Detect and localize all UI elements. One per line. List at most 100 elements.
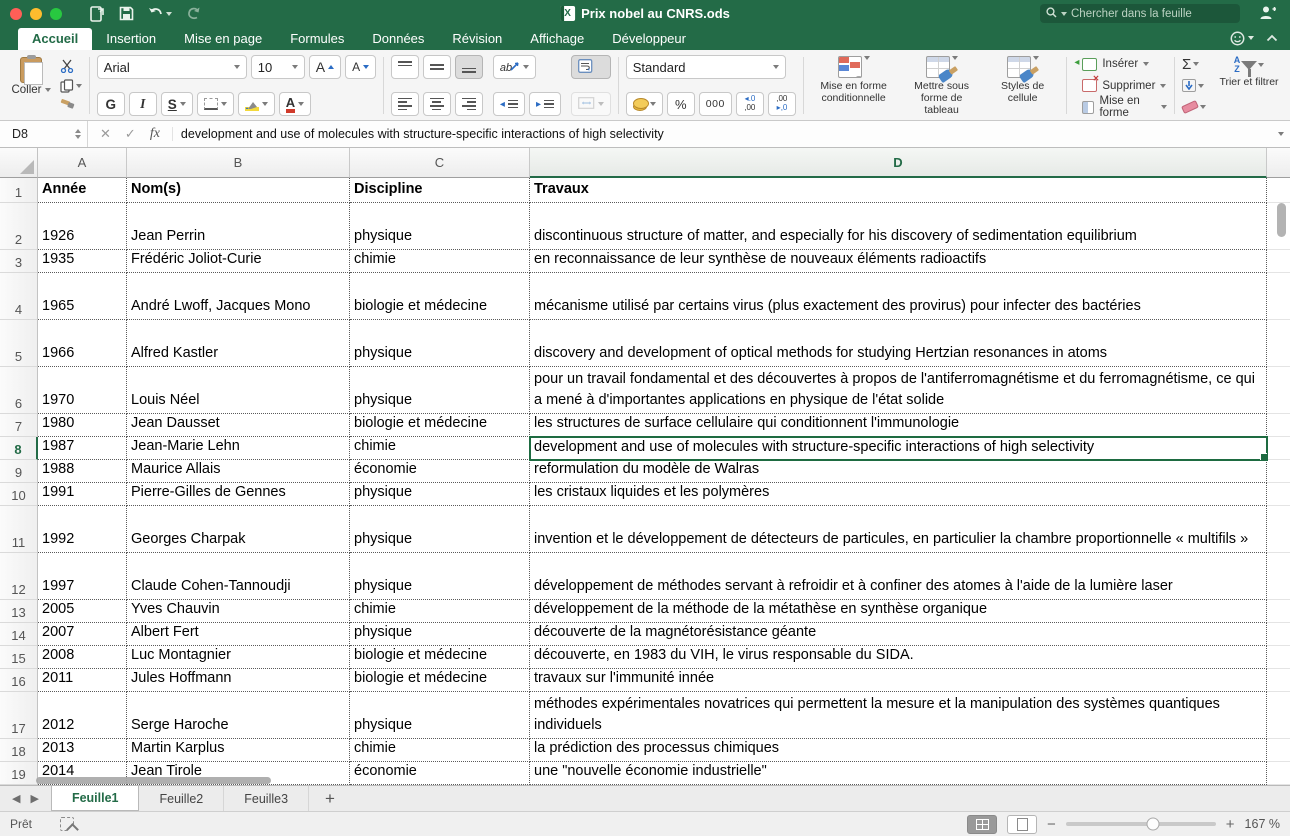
cell-B8[interactable]: Jean-Marie Lehn (127, 437, 350, 460)
add-sheet-button[interactable]: + (309, 786, 351, 811)
cell-A12[interactable]: 1997 (38, 553, 127, 600)
cell-C7[interactable]: biologie et médecine (350, 414, 530, 437)
cell-C17[interactable]: physique (350, 692, 530, 739)
cell-B17[interactable]: Serge Haroche (127, 692, 350, 739)
cell-B10[interactable]: Pierre-Gilles de Gennes (127, 483, 350, 506)
save-icon[interactable] (119, 6, 134, 21)
cell-A3[interactable]: 1935 (38, 250, 127, 273)
tab-développeur[interactable]: Développeur (598, 28, 700, 50)
thousands-format-button[interactable]: 000 (699, 92, 732, 116)
font-size-select[interactable]: 10 (251, 55, 305, 79)
cell-B16[interactable]: Jules Hoffmann (127, 669, 350, 692)
currency-format-button[interactable] (626, 92, 663, 116)
cell-D19[interactable]: une "nouvelle économie industrielle" (530, 762, 1267, 785)
search-input[interactable] (1071, 8, 1221, 20)
column-header-c[interactable]: C (350, 148, 530, 178)
align-left-button[interactable] (391, 92, 419, 116)
cell-A11[interactable]: 1992 (38, 506, 127, 553)
tab-données[interactable]: Données (358, 28, 438, 50)
cell-D10[interactable]: les cristaux liquides et les polymères (530, 483, 1267, 506)
cell-D17[interactable]: méthodes expérimentales novatrices qui p… (530, 692, 1267, 739)
decrease-indent-button[interactable]: ◂ (493, 92, 525, 116)
row-header-15[interactable]: 15 (0, 646, 38, 669)
cell-D15[interactable]: découverte, en 1983 du VIH, le virus res… (530, 646, 1267, 669)
cell-D12[interactable]: développement de méthodes servant à refr… (530, 553, 1267, 600)
clear-button[interactable] (1182, 98, 1206, 116)
cell-C9[interactable]: économie (350, 460, 530, 483)
cell-A9[interactable]: 1988 (38, 460, 127, 483)
row-header-10[interactable]: 10 (0, 483, 38, 506)
row-header-19[interactable]: 19 (0, 762, 38, 785)
new-document-icon[interactable] (90, 6, 105, 22)
row-header-13[interactable]: 13 (0, 600, 38, 623)
row-header-1[interactable]: 1 (0, 178, 38, 203)
cell-C14[interactable]: physique (350, 623, 530, 646)
cell-C3[interactable]: chimie (350, 250, 530, 273)
cell-B13[interactable]: Yves Chauvin (127, 600, 350, 623)
redo-button[interactable] (186, 6, 201, 21)
select-all-corner[interactable] (0, 148, 38, 178)
tab-accueil[interactable]: Accueil (18, 28, 92, 50)
orientation-button[interactable]: ab (493, 55, 536, 79)
zoom-slider-thumb[interactable] (1146, 818, 1159, 831)
prev-sheet-arrow[interactable]: ◀ (12, 792, 20, 805)
undo-button[interactable] (148, 5, 172, 23)
search-box[interactable] (1040, 4, 1240, 23)
borders-button[interactable] (197, 92, 234, 116)
normal-view-button[interactable] (967, 815, 997, 834)
cell-C18[interactable]: chimie (350, 739, 530, 762)
bold-button[interactable]: G (97, 92, 125, 116)
underline-button[interactable]: S (161, 92, 193, 116)
wrap-text-button[interactable] (571, 55, 611, 79)
cell-B9[interactable]: Maurice Allais (127, 460, 350, 483)
cell-B6[interactable]: Louis Néel (127, 367, 350, 414)
cell-A16[interactable]: 2011 (38, 669, 127, 692)
merge-cells-button[interactable] (571, 92, 611, 116)
italic-button[interactable]: I (129, 92, 157, 116)
insert-function-icon[interactable]: fx (150, 126, 160, 142)
zoom-out-button[interactable]: − (1047, 817, 1056, 832)
align-top-button[interactable] (391, 55, 419, 79)
cell-C4[interactable]: biologie et médecine (350, 273, 530, 320)
name-box-stepper[interactable] (75, 129, 81, 139)
tab-révision[interactable]: Révision (438, 28, 516, 50)
row-header-12[interactable]: 12 (0, 553, 38, 600)
cell-D11[interactable]: invention et le développement de détecte… (530, 506, 1267, 553)
row-header-5[interactable]: 5 (0, 320, 38, 367)
cell-B2[interactable]: Jean Perrin (127, 203, 350, 250)
column-header-a[interactable]: A (38, 148, 127, 178)
align-middle-button[interactable] (423, 55, 451, 79)
delete-cells-button[interactable]: Supprimer (1073, 77, 1167, 95)
grow-font-button[interactable]: A (309, 55, 341, 79)
fill-color-button[interactable] (238, 92, 275, 116)
row-header-17[interactable]: 17 (0, 692, 38, 739)
cell-D16[interactable]: travaux sur l'immunité innée (530, 669, 1267, 692)
cell-A8[interactable]: 1987 (38, 437, 127, 460)
cell-D9[interactable]: reformulation du modèle de Walras (530, 460, 1267, 483)
cell-D2[interactable]: discontinuous structure of matter, and e… (530, 203, 1267, 250)
cell-A6[interactable]: 1970 (38, 367, 127, 414)
cell-A1[interactable]: Année (38, 178, 127, 203)
share-add-person-icon[interactable] (1259, 5, 1276, 25)
row-header-11[interactable]: 11 (0, 506, 38, 553)
row-header-3[interactable]: 3 (0, 250, 38, 273)
cell-C6[interactable]: physique (350, 367, 530, 414)
format-cells-button[interactable]: Mise en forme (1073, 98, 1167, 116)
tab-formules[interactable]: Formules (276, 28, 358, 50)
insert-cells-button[interactable]: Insérer (1073, 55, 1167, 73)
fill-button[interactable] (1182, 77, 1206, 95)
align-center-button[interactable] (423, 92, 451, 116)
cell-A18[interactable]: 2013 (38, 739, 127, 762)
cell-B7[interactable]: Jean Dausset (127, 414, 350, 437)
close-button[interactable] (10, 8, 22, 20)
cell-D7[interactable]: les structures de surface cellulaire qui… (530, 414, 1267, 437)
cell-C11[interactable]: physique (350, 506, 530, 553)
cell-B11[interactable]: Georges Charpak (127, 506, 350, 553)
row-header-14[interactable]: 14 (0, 623, 38, 646)
cell-C19[interactable]: économie (350, 762, 530, 785)
cell-A13[interactable]: 2005 (38, 600, 127, 623)
cancel-icon[interactable]: ✕ (100, 126, 111, 142)
tab-mise-en-page[interactable]: Mise en page (170, 28, 276, 50)
column-header-d[interactable]: D (530, 148, 1267, 178)
cell-D5[interactable]: discovery and development of optical met… (530, 320, 1267, 367)
